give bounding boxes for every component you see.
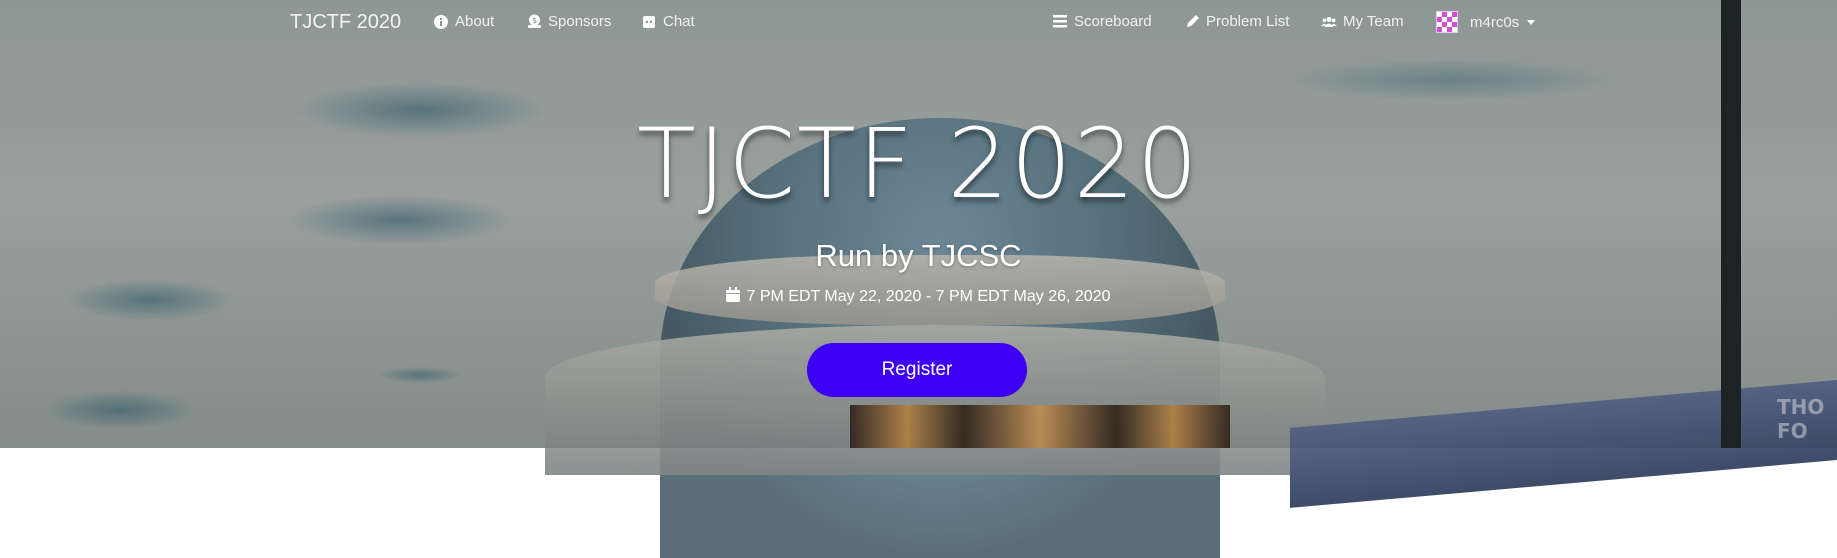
nav-chat[interactable]: Chat xyxy=(641,13,695,30)
user-name: m4rc0s xyxy=(1470,13,1520,31)
nav-scoreboard[interactable]: Scoreboard xyxy=(1052,13,1152,30)
sponsors-icon: $ xyxy=(526,14,542,30)
user-menu[interactable]: m4rc0s xyxy=(1436,11,1536,33)
nav-about[interactable]: About xyxy=(433,13,494,30)
nav-sponsors-label: Sponsors xyxy=(548,13,612,30)
nav-problem-list-label: Problem List xyxy=(1206,13,1290,30)
hero-subtitle: Run by TJCSC xyxy=(815,238,1022,273)
list-icon xyxy=(1052,14,1068,30)
avatar xyxy=(1436,11,1458,33)
calendar-icon xyxy=(726,287,741,307)
event-dates-text: 7 PM EDT May 22, 2020 - 7 PM EDT May 26,… xyxy=(746,288,1111,305)
info-icon xyxy=(433,14,449,30)
users-icon xyxy=(1321,14,1337,30)
nav-problem-list[interactable]: Problem List xyxy=(1184,13,1289,30)
event-dates: 7 PM EDT May 22, 2020 - 7 PM EDT May 26,… xyxy=(0,287,1837,307)
nav-my-team[interactable]: My Team xyxy=(1321,13,1404,30)
svg-text:$: $ xyxy=(531,16,536,25)
brand-link[interactable]: TJCTF 2020 xyxy=(290,11,401,34)
nav-my-team-label: My Team xyxy=(1343,13,1404,30)
navbar: TJCTF 2020 About $ Sponsors Chat Scorebo… xyxy=(0,0,1837,44)
register-button[interactable]: Register xyxy=(807,343,1027,397)
pencil-icon xyxy=(1184,14,1200,30)
nav-sponsors[interactable]: $ Sponsors xyxy=(526,13,611,30)
nav-scoreboard-label: Scoreboard xyxy=(1074,13,1152,30)
caret-down-icon xyxy=(1527,19,1536,25)
discord-icon xyxy=(641,14,657,30)
nav-about-label: About xyxy=(455,13,495,30)
hero-title: TJCTF 2020 xyxy=(637,108,1200,220)
nav-chat-label: Chat xyxy=(663,13,695,30)
